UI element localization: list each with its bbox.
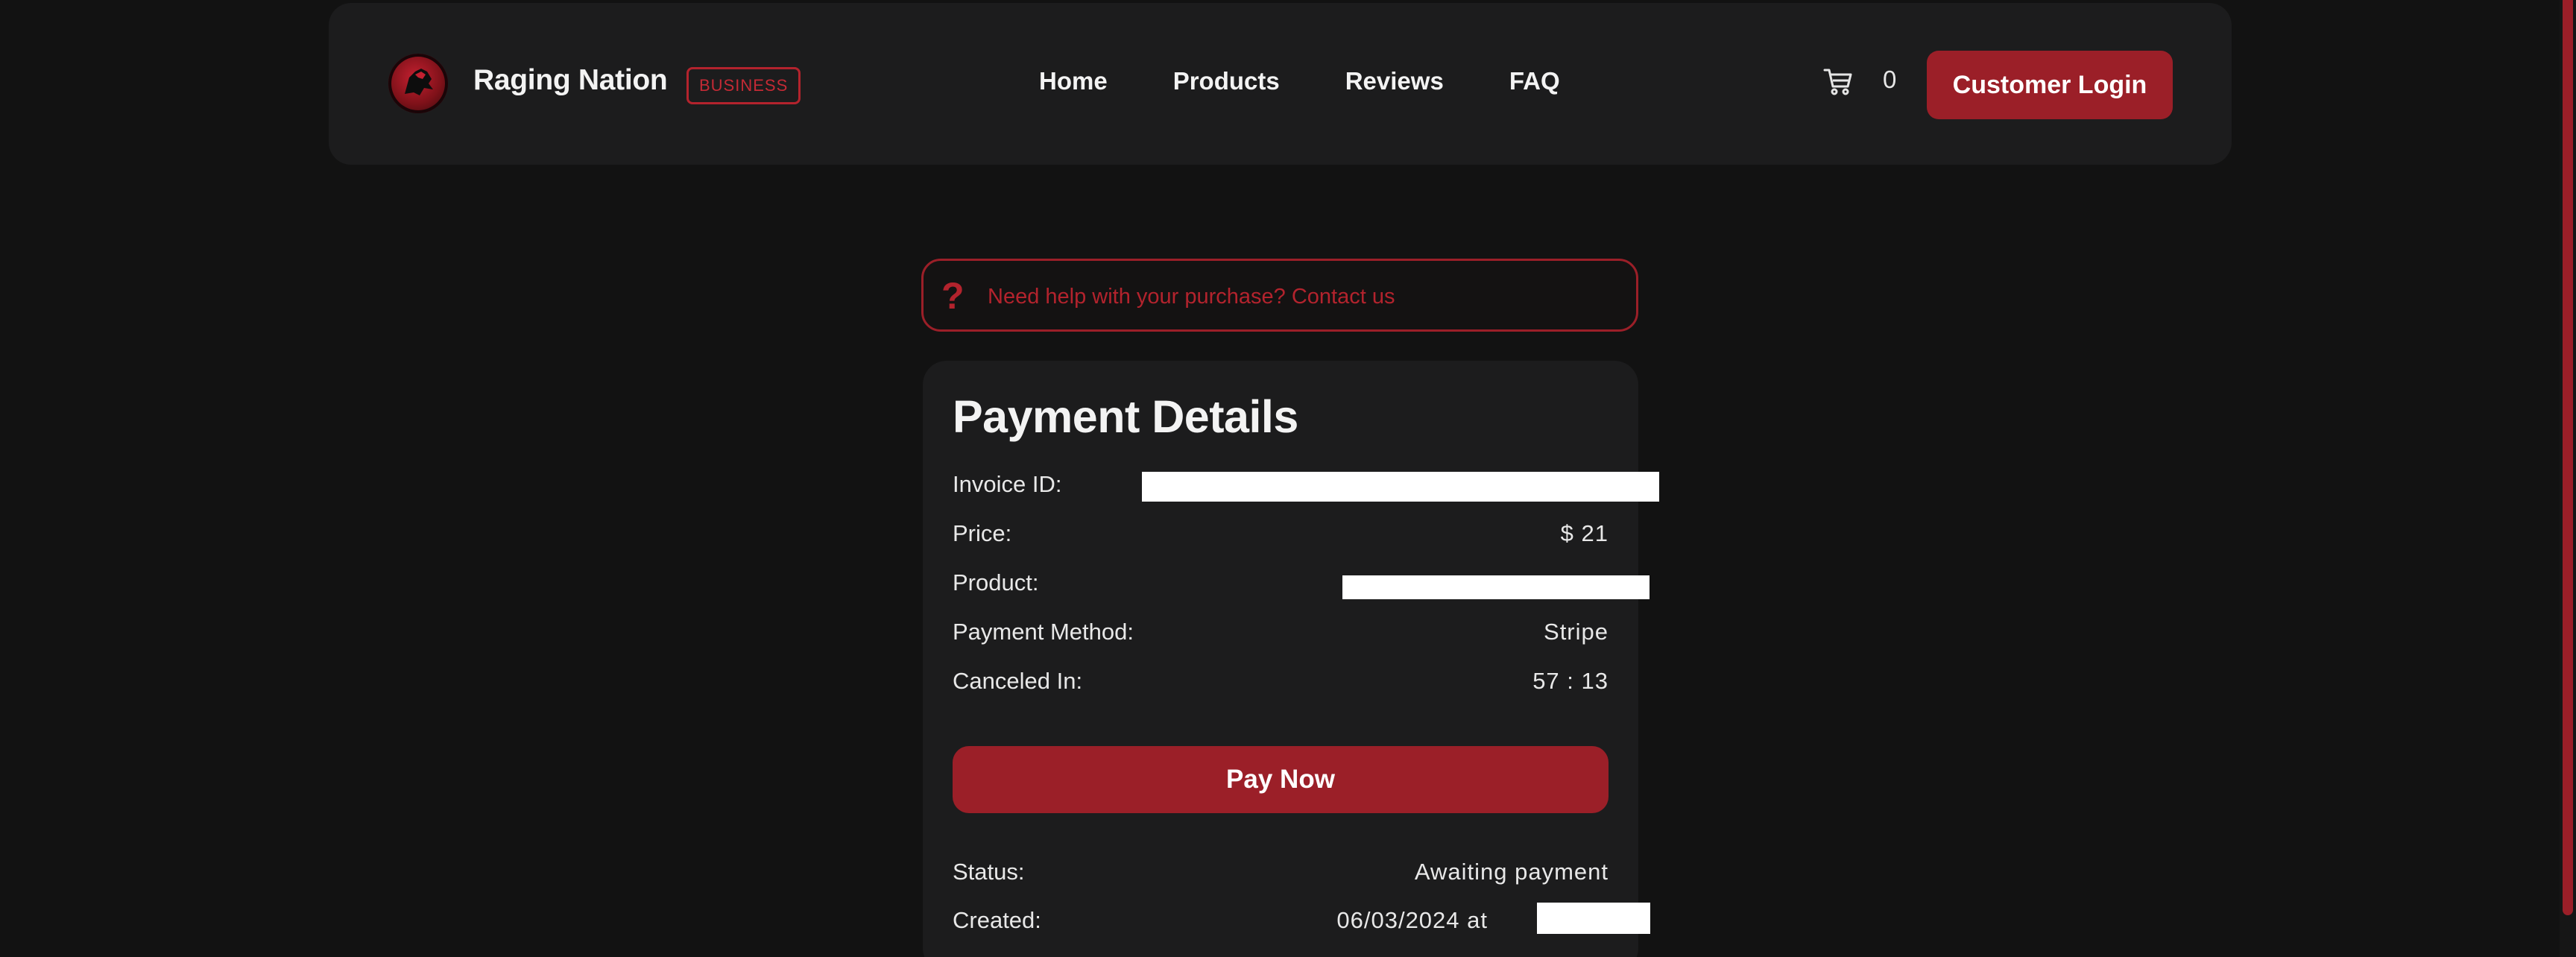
invoice-row: Invoice ID:	[953, 471, 1659, 504]
navbar: Raging Nation BUSINESS Home Products Rev…	[329, 3, 2232, 165]
cart-icon[interactable]	[1822, 66, 1854, 101]
scrollbar[interactable]	[2560, 0, 2576, 957]
brand-name[interactable]: Raging Nation	[473, 64, 668, 97]
canceled-in-label: Canceled In:	[953, 668, 1083, 694]
invoice-label: Invoice ID:	[953, 471, 1062, 497]
product-row: Product:	[953, 569, 1650, 602]
help-banner[interactable]: ? Need help with your purchase? Contact …	[921, 259, 1638, 332]
price-label: Price:	[953, 520, 1012, 546]
canceled-in-row: Canceled In: 57 : 13	[953, 668, 1609, 701]
cart-count: 0	[1883, 66, 1897, 93]
brand-logo-icon	[405, 69, 433, 95]
page: Raging Nation BUSINESS Home Products Rev…	[0, 0, 2576, 957]
main-nav: Home Products Reviews FAQ	[1039, 67, 1626, 95]
question-icon: ?	[941, 275, 965, 317]
business-badge: BUSINESS	[686, 67, 801, 104]
created-date: 06/03/2024 at	[1336, 907, 1488, 933]
payment-details-title: Payment Details	[953, 391, 1298, 442]
payment-method-row: Payment Method: Stripe	[953, 619, 1609, 651]
payment-method-value: Stripe	[1544, 619, 1609, 645]
payment-method-label: Payment Method:	[953, 619, 1134, 645]
created-label: Created:	[953, 907, 1041, 933]
invoice-id-redacted	[1142, 472, 1659, 502]
customer-login-button[interactable]: Customer Login	[1927, 51, 2173, 119]
countdown-timer: 57 : 13	[1532, 668, 1609, 694]
help-contact-link[interactable]: Need help with your purchase? Contact us	[988, 285, 1395, 309]
pay-now-button[interactable]: Pay Now	[953, 746, 1609, 813]
product-name-redacted	[1342, 575, 1650, 599]
product-label: Product:	[953, 569, 1039, 596]
nav-link-home[interactable]: Home	[1039, 67, 1108, 95]
brand-logo[interactable]	[388, 54, 448, 113]
created-time-redacted	[1537, 903, 1650, 934]
status-value: Awaiting payment	[1414, 859, 1609, 885]
status-row: Status: Awaiting payment	[953, 859, 1609, 891]
price-row: Price: $ 21	[953, 520, 1609, 553]
nav-link-reviews[interactable]: Reviews	[1345, 67, 1444, 95]
payment-details-card: Payment Details Invoice ID: Price: $ 21 …	[923, 361, 1659, 957]
created-row: Created: 06/03/2024 at	[953, 903, 1650, 940]
nav-link-products[interactable]: Products	[1173, 67, 1280, 95]
scrollbar-thumb[interactable]	[2563, 0, 2573, 915]
nav-link-faq[interactable]: FAQ	[1509, 67, 1560, 95]
status-label: Status:	[953, 859, 1025, 885]
price-value: $ 21	[1560, 520, 1609, 546]
